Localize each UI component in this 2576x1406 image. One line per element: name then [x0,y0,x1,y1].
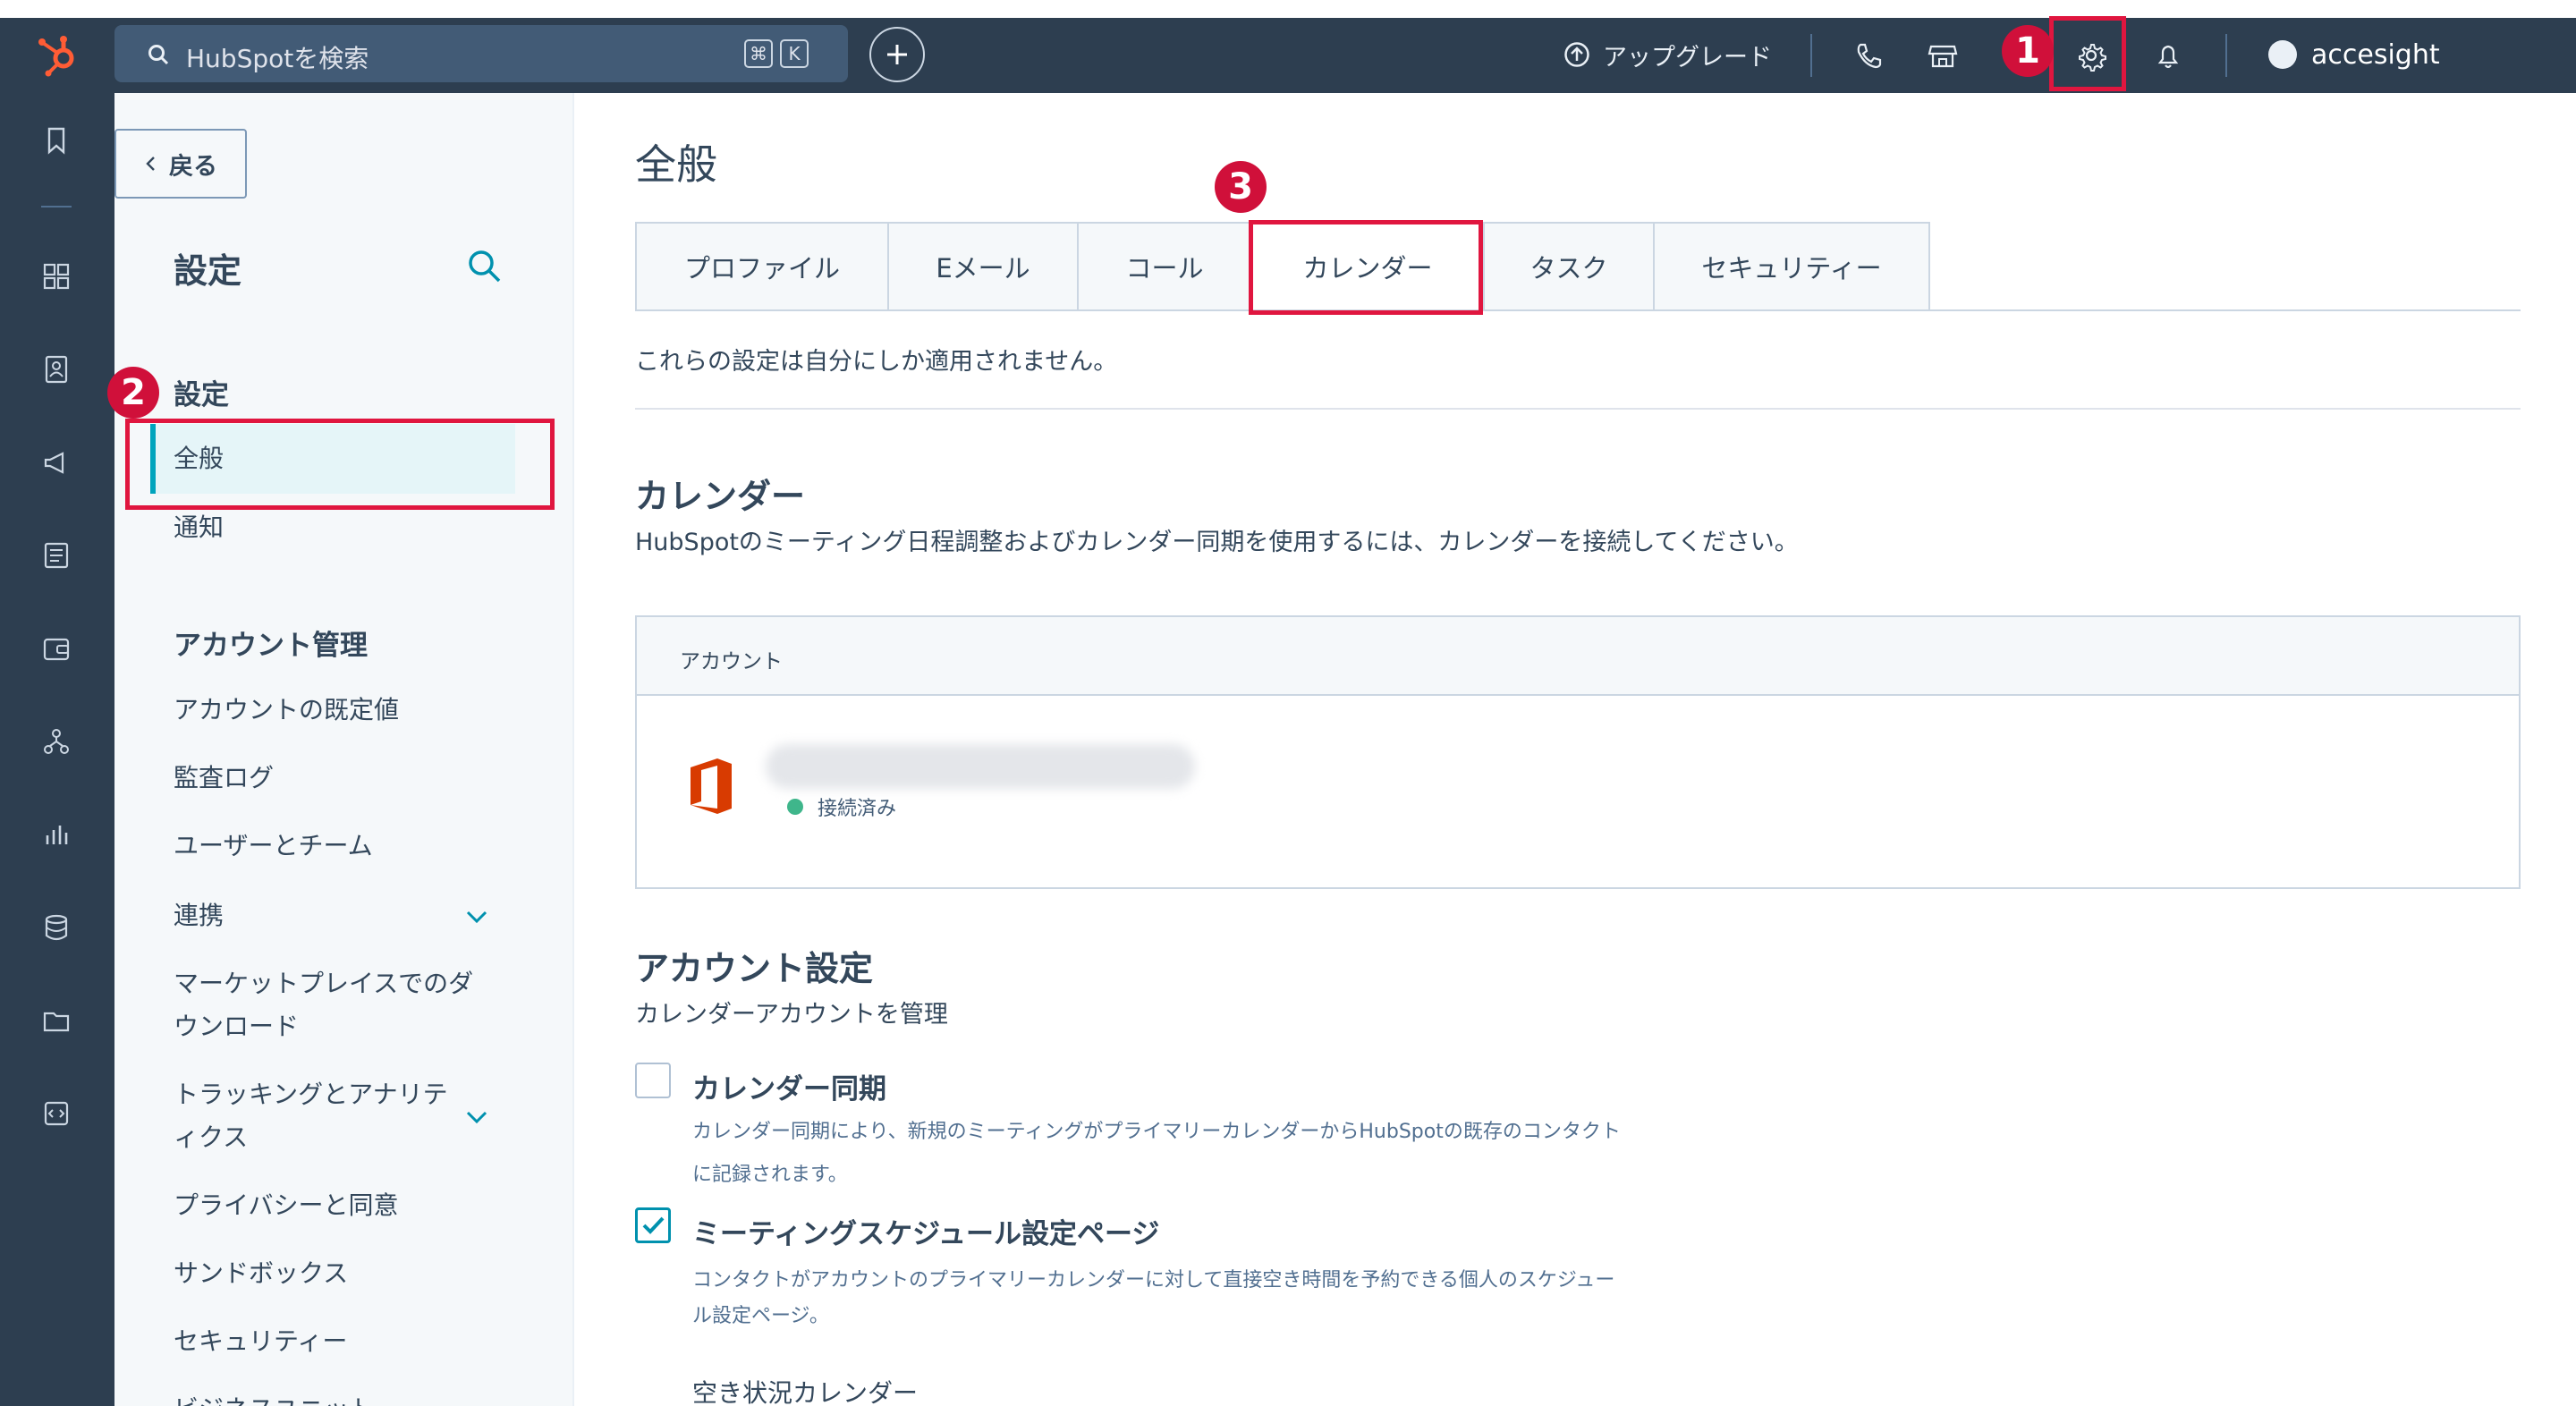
section-heading-settings: 設定 [174,379,229,411]
page-title: 全般 [635,140,717,189]
plus-icon [887,45,907,64]
tab-security[interactable]: セキュリティー [1653,222,1930,311]
calendar-tab-highlight-box [1249,220,1483,315]
account-menu[interactable]: accesight [2268,34,2440,75]
back-button[interactable]: 戻る [114,129,247,199]
sidebar-item-privacy-consent[interactable]: プライバシーと同意 [174,1184,398,1227]
office365-logo-icon [691,758,732,814]
calendar-description: HubSpotのミーティング日程調整およびカレンダー同期を使用するには、カレンダ… [635,529,1799,556]
contacts-icon[interactable] [39,352,73,386]
settings-sidebar: 戻る 設定 設定 2 全般 通知 アカウント管理 アカウントの既定値 監査ログ … [107,93,574,1406]
calendar-sync-description-line2: に記録されます。 [692,1164,848,1186]
avatar [2268,40,2297,69]
sidebar-item-marketplace-downloads-line2[interactable]: ウンロード [174,1005,299,1048]
global-search-bar[interactable]: HubSpotを検索 ⌘ K [114,25,848,82]
bookmark-icon[interactable] [39,123,73,157]
upgrade-button[interactable]: アップグレード [1563,34,1772,75]
kbd-cmd-key: ⌘ [744,39,773,68]
sidebar-item-marketplace-downloads[interactable]: マーケットプレイスでのダ [174,962,473,1005]
annotation-number-1: 1 [2002,25,2054,77]
sidebar-item-account-defaults[interactable]: アカウントの既定値 [174,689,399,732]
development-code-icon[interactable] [39,1097,73,1131]
content-icon[interactable] [39,538,73,572]
sidebar-item-audit-log[interactable]: 監査ログ [174,757,274,800]
account-settings-heading: アカウント設定 [635,949,874,988]
back-label: 戻る [169,152,217,181]
section-heading-account-management: アカウント管理 [174,630,368,662]
settings-scope-note: これらの設定は自分にしか適用されません。 [635,348,1118,376]
meeting-page-checkbox[interactable] [635,1207,671,1243]
kbd-k-key: K [780,39,809,68]
left-nav-rail [0,93,114,1406]
marketing-megaphone-icon[interactable] [39,445,73,479]
account-column-header: アカウント [680,650,783,673]
annotation-number-3: 3 [1215,161,1267,213]
status-dot [787,799,803,815]
tab-calls[interactable]: コール [1077,222,1252,311]
tab-email[interactable]: Eメール [887,222,1079,311]
meeting-page-description: コンタクトがアカウントのプライマリーカレンダーに対して直接空き時間を予約できる個… [692,1269,1615,1292]
tab-tasks[interactable]: タスク [1483,222,1655,311]
marketplace-icon[interactable] [1925,38,1961,73]
account-email-redacted [766,744,1195,789]
search-icon [148,45,169,65]
upgrade-label: アップグレード [1603,43,1772,72]
calendar-sync-label: カレンダー同期 [692,1073,886,1105]
tab-profile[interactable]: プロファイル [635,222,889,311]
library-folder-icon[interactable] [39,1004,73,1038]
account-name: accesight [2311,38,2440,71]
sidebar-item-sandboxes[interactable]: サンドボックス [174,1252,348,1295]
meeting-page-label: ミーティングスケジュール設定ページ [692,1218,1160,1250]
window-top-strip [0,0,2576,18]
nav-divider [2225,34,2227,77]
rail-divider [41,206,72,208]
annotation-number-2: 2 [107,367,159,419]
sidebar-item-tracking-analytics-line2[interactable]: ィクス [174,1116,248,1159]
table-header: アカウント [637,617,2519,696]
top-navigation: HubSpotを検索 ⌘ K アップグレード 1 accesight [0,16,2576,93]
create-new-button[interactable] [869,27,925,82]
general-highlight-box [125,419,555,510]
workspaces-grid-icon[interactable] [39,259,73,293]
sidebar-item-business-units[interactable]: ビジネスユニット [174,1388,374,1406]
sidebar-title: 設定 [174,251,242,291]
chevron-down-icon[interactable] [463,909,490,925]
notifications-bell-icon[interactable] [2150,38,2186,73]
sidebar-item-integrations[interactable]: 連携 [174,894,224,937]
hubspot-logo-icon[interactable] [36,34,82,77]
reports-chart-icon[interactable] [39,817,73,851]
section-divider [635,408,2521,410]
meeting-page-description-line2: ル設定ページ。 [692,1305,829,1327]
calendar-sync-checkbox[interactable] [635,1063,671,1098]
connected-accounts-table: アカウント 接続済み [635,615,2521,889]
commerce-wallet-icon[interactable] [39,631,73,665]
connection-status: 接続済み [787,792,896,821]
chevron-down-icon[interactable] [463,1109,490,1125]
data-management-database-icon[interactable] [39,911,73,944]
main-content: 全般 3 プロファイル Eメール コール カレンダー タスク セキュリティー こ… [574,93,2576,1406]
sidebar-item-tracking-analytics[interactable]: トラッキングとアナリテ [174,1073,448,1116]
calendar-heading: カレンダー [635,477,806,516]
chevron-left-icon [146,157,155,171]
sidebar-item-users-teams[interactable]: ユーザーとチーム [174,825,373,868]
sidebar-item-security[interactable]: セキュリティー [174,1320,347,1363]
tab-underline [635,309,2521,311]
sidebar-item-notifications[interactable]: 通知 [174,506,224,549]
account-settings-description: カレンダーアカウントを管理 [635,1001,948,1029]
automation-icon[interactable] [39,724,73,758]
nav-divider [1810,34,1812,77]
checkmark-icon [642,1216,665,1234]
availability-calendar-label: 空き状況カレンダー [692,1378,919,1406]
phone-icon[interactable] [1850,38,1885,73]
calendar-sync-description: カレンダー同期により、新規のミーティングがプライマリーカレンダーからHubSpo… [692,1121,1621,1143]
settings-gear-icon[interactable] [2073,38,2109,73]
status-label: 接続済み [818,798,897,820]
search-placeholder: HubSpotを検索 [186,44,369,73]
settings-search-icon[interactable] [465,247,504,286]
upgrade-arrow-icon [1564,42,1589,67]
